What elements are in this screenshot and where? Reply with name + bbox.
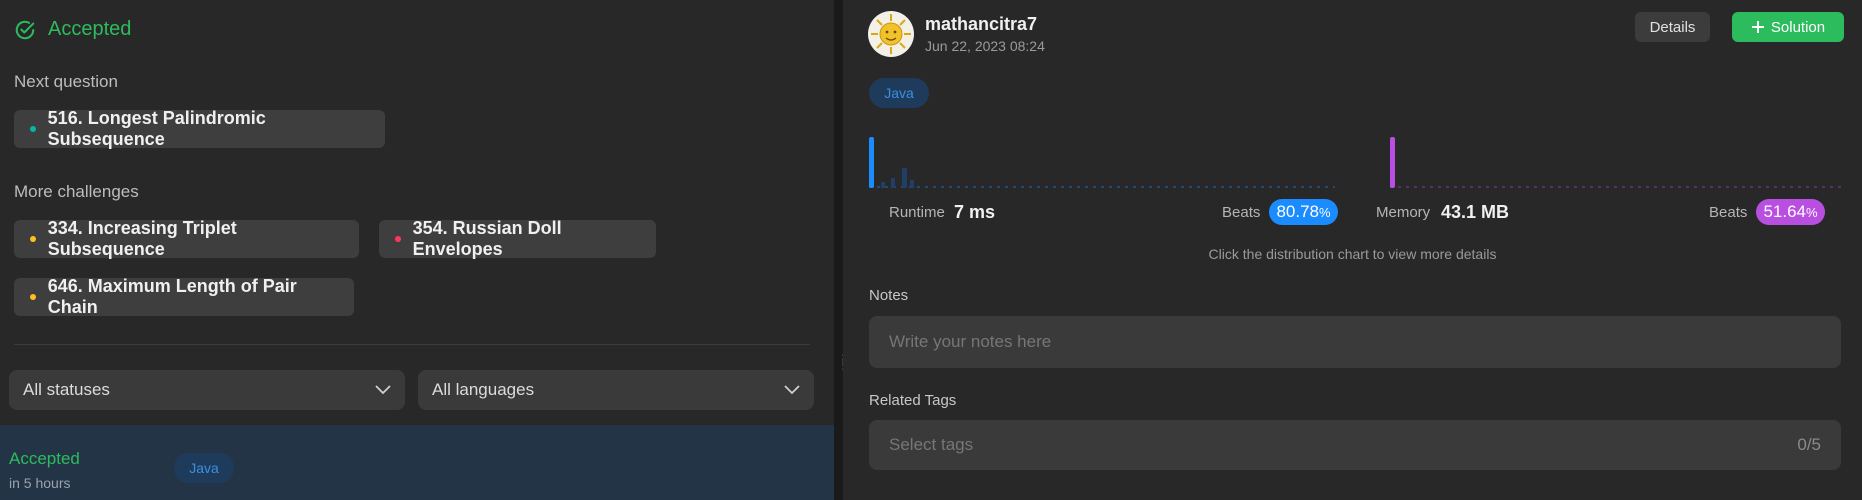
difficulty-dot xyxy=(395,236,401,242)
chevron-down-icon xyxy=(784,385,800,395)
next-question-label: Next question xyxy=(14,72,118,91)
related-tags-label: Related Tags xyxy=(869,392,957,409)
tags-select[interactable]: Select tags 0/5 xyxy=(869,420,1841,470)
avatar[interactable] xyxy=(868,11,914,57)
memory-distribution-chart[interactable] xyxy=(1390,130,1850,190)
status-filter-value: All statuses xyxy=(23,380,110,399)
memory-value: 43.1 MB xyxy=(1441,202,1510,222)
language-filter-select[interactable]: All languages xyxy=(418,370,814,410)
memory-beats-value: 51.64 xyxy=(1763,202,1806,221)
next-question-chip[interactable]: 516. Longest Palindromic Subsequence xyxy=(14,108,385,149)
challenge-title: 334. Increasing Triplet Subsequence xyxy=(47,218,237,259)
submission-status: Accepted xyxy=(9,449,80,468)
solution-button[interactable]: Solution xyxy=(1732,12,1844,42)
details-button[interactable]: Details xyxy=(1635,12,1710,42)
panel-resize-handle[interactable]: ⋮⋮ xyxy=(834,0,849,500)
notes-input[interactable]: Write your notes here xyxy=(869,316,1841,368)
challenge-chip[interactable]: 334. Increasing Triplet Subsequence xyxy=(14,218,359,259)
runtime-beats-value: 80.78 xyxy=(1276,202,1319,221)
runtime-bar-current xyxy=(869,137,874,188)
runtime-value: 7 ms xyxy=(954,202,996,222)
solution-button-label: Solution xyxy=(1770,18,1826,36)
accepted-header: Accepted xyxy=(14,18,131,41)
status-filter-select[interactable]: All statuses xyxy=(9,370,405,410)
divider xyxy=(14,344,810,345)
submission-time: in 5 hours xyxy=(9,475,71,491)
challenge-chip[interactable]: 354. Russian Doll Envelopes xyxy=(379,218,656,259)
submission-datetime: Jun 22, 2023 08:24 xyxy=(925,38,1045,54)
submission-row[interactable]: Accepted in 5 hours Java xyxy=(0,425,834,500)
memory-label: Memory xyxy=(1376,204,1431,221)
runtime-label: Runtime xyxy=(889,204,945,221)
memory-bar-current xyxy=(1390,137,1395,188)
tags-placeholder: Select tags xyxy=(889,435,974,454)
language-badge: Java xyxy=(869,78,929,108)
language-filter-value: All languages xyxy=(432,380,535,399)
memory-beats-badge: 51.64% xyxy=(1756,199,1825,225)
difficulty-dot xyxy=(30,236,36,242)
language-badge: Java xyxy=(174,453,234,483)
tags-count: 0/5 xyxy=(1797,435,1821,454)
username[interactable]: mathancitra7 xyxy=(925,14,1037,35)
runtime-bar xyxy=(891,178,895,188)
result-panel: Accepted Next question 516. Longest Pali… xyxy=(0,0,834,500)
runtime-distribution-chart[interactable] xyxy=(869,130,1339,190)
memory-beats-label: Beats xyxy=(1709,204,1748,221)
check-circle-icon xyxy=(15,20,35,39)
notes-label: Notes xyxy=(869,287,909,304)
submission-detail-panel: mathancitra7 Jun 22, 2023 08:24 Details … xyxy=(843,0,1862,500)
runtime-beats-badge: 80.78% xyxy=(1269,199,1338,225)
difficulty-dot xyxy=(30,126,36,132)
runtime-beats-unit: % xyxy=(1318,205,1331,220)
challenge-chip[interactable]: 646. Maximum Length of Pair Chain xyxy=(14,276,354,317)
difficulty-dot xyxy=(30,294,36,300)
more-challenges-label: More challenges xyxy=(14,182,139,201)
runtime-beats-label: Beats xyxy=(1222,204,1261,221)
memory-beats-unit: % xyxy=(1805,205,1818,220)
runtime-bar xyxy=(910,180,914,188)
notes-placeholder: Write your notes here xyxy=(889,332,1052,351)
plus-icon xyxy=(1751,21,1764,33)
chevron-down-icon xyxy=(375,385,391,395)
runtime-bar xyxy=(902,168,907,188)
next-question-title: 516. Longest Palindromic Subsequence xyxy=(47,108,266,149)
runtime-bar xyxy=(881,182,885,188)
challenge-title: 354. Russian Doll Envelopes xyxy=(412,218,562,259)
distribution-hint: Click the distribution chart to view mor… xyxy=(1208,246,1497,262)
challenge-title: 646. Maximum Length of Pair Chain xyxy=(47,276,297,317)
status-text: Accepted xyxy=(48,18,132,40)
